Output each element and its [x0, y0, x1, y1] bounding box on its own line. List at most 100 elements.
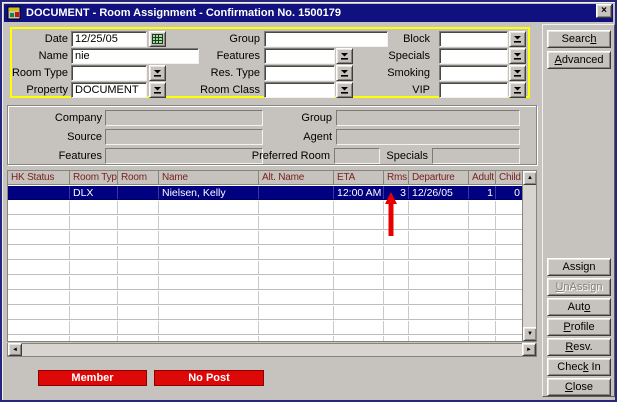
empty-table-row[interactable] — [8, 336, 523, 342]
cell-name — [159, 261, 259, 274]
action-button-panel: Search Advanced Assign UnAssign Auto Pro… — [542, 24, 615, 397]
empty-table-row[interactable] — [8, 201, 523, 215]
column-header-room-type: Room Type — [70, 171, 118, 185]
smoking-input[interactable] — [439, 65, 508, 81]
profile-button[interactable]: Profile — [547, 318, 611, 336]
room-class-lov-button[interactable] — [336, 82, 353, 98]
specials-input[interactable] — [439, 48, 508, 64]
cell-departure — [409, 276, 469, 289]
property-input[interactable]: DOCUMENT — [71, 82, 147, 98]
room-type-input[interactable] — [71, 65, 147, 81]
cell-adult — [469, 276, 496, 289]
cell-adult — [469, 306, 496, 319]
empty-table-row[interactable] — [8, 306, 523, 320]
name-input[interactable]: nie — [71, 48, 199, 64]
smoking-lov-button[interactable] — [509, 65, 526, 81]
block-input[interactable] — [439, 31, 508, 47]
annotation-arrow-rms — [385, 192, 397, 236]
close-button[interactable]: Close — [547, 378, 611, 396]
cell-departure — [409, 216, 469, 229]
company-field — [105, 110, 263, 126]
specials-lov-button[interactable] — [509, 48, 526, 64]
cell-hk-status — [8, 276, 70, 289]
cell-child: 0 — [496, 186, 523, 199]
table-vertical-scrollbar[interactable]: ▲ ▼ — [522, 171, 536, 341]
cell-eta — [334, 246, 384, 259]
column-header-alt-name: Alt. Name — [259, 171, 334, 185]
cell-alt-name — [259, 186, 334, 199]
res-type-input[interactable] — [264, 65, 335, 81]
cell-room-type — [70, 231, 118, 244]
empty-table-row[interactable] — [8, 321, 523, 335]
cell-name — [159, 276, 259, 289]
room-class-input[interactable] — [264, 82, 335, 98]
member-badge-label: Member — [71, 372, 113, 384]
search-button[interactable]: Search — [547, 30, 611, 48]
source-field — [105, 129, 263, 145]
close-icon: × — [601, 6, 607, 16]
block-label: Block — [367, 33, 430, 45]
empty-table-row[interactable] — [8, 216, 523, 230]
empty-table-row[interactable] — [8, 261, 523, 275]
property-lov-button[interactable] — [149, 82, 166, 98]
column-header-eta: ETA — [334, 171, 384, 185]
cell-name — [159, 216, 259, 229]
lov-dropdown-icon — [153, 69, 162, 77]
date-calendar-button[interactable] — [149, 31, 166, 47]
auto-button[interactable]: Auto — [547, 298, 611, 316]
date-label: Date — [4, 33, 68, 45]
features-label: Features — [197, 50, 260, 62]
cell-eta — [334, 231, 384, 244]
lov-dropdown-icon — [340, 69, 349, 77]
cell-rms — [384, 261, 409, 274]
resv-button[interactable]: Resv. — [547, 338, 611, 356]
titlebar[interactable]: DOCUMENT - Room Assignment - Confirmatio… — [4, 4, 613, 22]
features-lov-button[interactable] — [336, 48, 353, 64]
check-in-button[interactable]: Check In — [547, 358, 611, 376]
specials-label: Specials — [367, 50, 430, 62]
date-input[interactable]: 12/25/05 — [71, 31, 147, 47]
room-type-lov-button[interactable] — [149, 65, 166, 81]
empty-table-row[interactable] — [8, 231, 523, 245]
scroll-down-button[interactable]: ▼ — [523, 327, 537, 341]
cell-departure: 12/26/05 — [409, 186, 469, 199]
room-assignment-table: HK StatusRoom TypeRoomNameAlt. NameETARm… — [7, 170, 537, 342]
arrow-right-icon: ► — [526, 347, 532, 353]
cell-child — [496, 201, 523, 214]
vip-input[interactable] — [439, 82, 508, 98]
cell-departure — [409, 246, 469, 259]
empty-table-row[interactable] — [8, 246, 523, 260]
cell-alt-name — [259, 261, 334, 274]
cell-hk-status — [8, 231, 70, 244]
arrow-up-icon: ▲ — [527, 175, 533, 181]
selected-reservation-row[interactable]: DLXNielsen, Kelly12:00 AM312/26/0510 — [8, 186, 523, 200]
cell-name — [159, 291, 259, 304]
member-badge: Member — [38, 370, 147, 386]
cell-alt-name — [259, 231, 334, 244]
empty-table-row[interactable] — [8, 276, 523, 290]
cell-child — [496, 276, 523, 289]
assign-button[interactable]: Assign — [547, 258, 611, 276]
features-input[interactable] — [264, 48, 335, 64]
res-type-lov-button[interactable] — [336, 65, 353, 81]
block-lov-button[interactable] — [509, 31, 526, 47]
close-window-button[interactable]: × — [596, 4, 612, 18]
empty-table-row[interactable] — [8, 291, 523, 305]
cell-room-type — [70, 216, 118, 229]
table-horizontal-scrollbar[interactable]: ◄ ► — [7, 343, 537, 357]
scroll-left-button[interactable]: ◄ — [8, 343, 22, 356]
app-icon — [7, 6, 21, 20]
scroll-up-button[interactable]: ▲ — [523, 171, 537, 185]
advanced-button[interactable]: Advanced — [547, 51, 611, 69]
cell-room-type — [70, 276, 118, 289]
cell-adult — [469, 321, 496, 334]
cell-adult — [469, 291, 496, 304]
vip-lov-button[interactable] — [509, 82, 526, 98]
column-header-departure: Departure — [409, 171, 469, 185]
cell-eta — [334, 276, 384, 289]
cell-eta — [334, 306, 384, 319]
cell-hk-status — [8, 246, 70, 259]
cell-room-type — [70, 291, 118, 304]
scroll-right-button[interactable]: ► — [522, 343, 536, 356]
cell-adult — [469, 216, 496, 229]
